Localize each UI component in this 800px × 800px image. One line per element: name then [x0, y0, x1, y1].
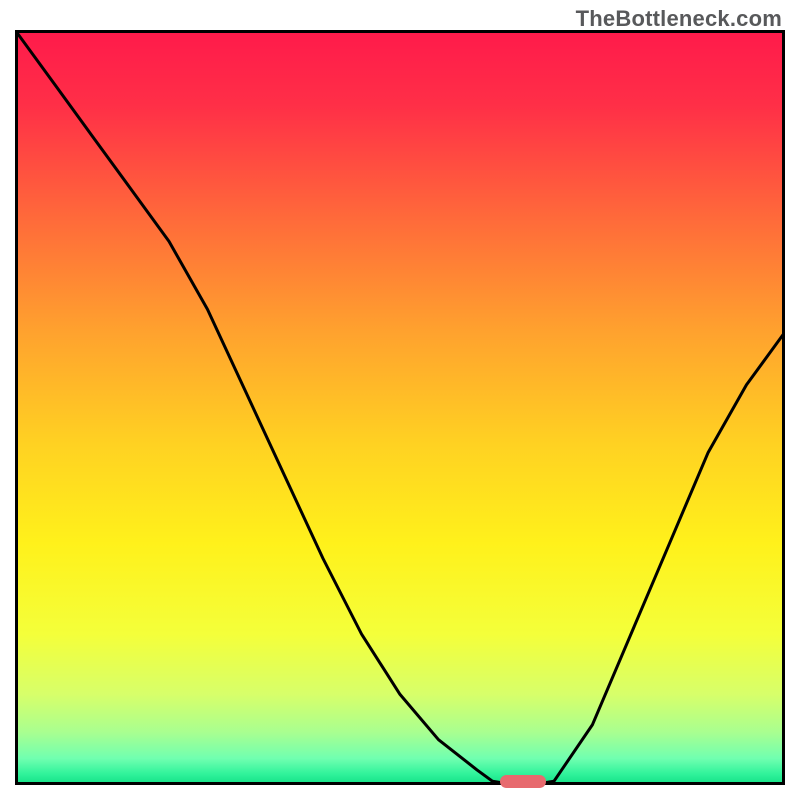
plot-frame [15, 30, 785, 785]
frame-left [15, 30, 18, 785]
frame-top [15, 30, 785, 33]
optimal-range-marker [500, 775, 546, 788]
watermark-text: TheBottleneck.com [576, 6, 782, 32]
frame-right [782, 30, 785, 785]
frame-bottom [15, 782, 785, 785]
